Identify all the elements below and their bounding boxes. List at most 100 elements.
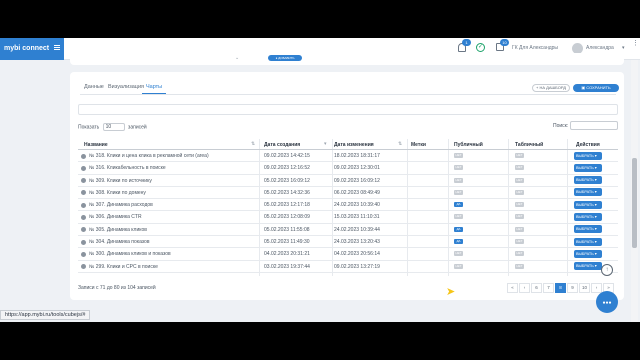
tabular-badge: НЕТ (515, 263, 524, 269)
chart-name[interactable]: № 299. Клики и CPC в поиске (89, 264, 158, 270)
col-tags[interactable]: Метки (411, 142, 426, 148)
chart-status-icon (81, 214, 86, 220)
table-row[interactable]: № 318. Клики и цена клика в рекламной се… (78, 150, 618, 163)
table-row[interactable]: № 304. Динамика показов 05.02.2023 11:49:… (78, 236, 618, 249)
created-date: 05.02.2023 11:49:30 (264, 239, 310, 246)
add-to-dashboard-button[interactable]: + НА ДАШБОРД (532, 84, 570, 92)
show-label: Показать (78, 124, 100, 131)
sort-icon[interactable]: ⇅ (251, 141, 255, 147)
chevron-down-icon[interactable]: ▾ (622, 45, 625, 51)
select-action-button[interactable]: ВЫБРАТЬ ▾ (574, 262, 602, 271)
table-info: Записи с 71 до 80 из 104 записей (78, 285, 156, 291)
user-name[interactable]: Александра (586, 45, 614, 51)
page-button[interactable]: 9 (567, 283, 578, 293)
page-button[interactable]: › (591, 283, 602, 293)
chart-name[interactable]: № 316. Кликабельность в поиске (89, 165, 166, 171)
updated-date: 09.02.2023 16:09:12 (334, 177, 380, 184)
bell-icon[interactable]: 1 (458, 39, 471, 52)
table-row[interactable]: № 305. Динамика кликов 05.02.2023 11:55:0… (78, 224, 618, 237)
save-button[interactable]: ▣ СОХРАНИТЬ (573, 84, 619, 92)
chat-button[interactable]: ●●● (596, 291, 618, 313)
updated-date: 06.02.2023 08:49:49 (334, 189, 380, 196)
updated-date: 09.02.2023 12:30:01 (334, 165, 380, 172)
table-row[interactable]: № 308. Клики по домену 05.02.2023 14:32:3… (78, 187, 618, 200)
public-badge: НЕТ (454, 189, 463, 195)
brand-logo[interactable]: mybi connect (0, 38, 64, 60)
created-date: 05.02.2023 11:55:08 (264, 226, 310, 233)
select-action-button[interactable]: ВЫБРАТЬ ▾ (574, 249, 602, 258)
table-row[interactable]: № 300. Динамика кликов и показов 04.02.20… (78, 248, 618, 261)
chart-status-icon (81, 178, 86, 184)
chart-name[interactable]: № 305. Динамика кликов (89, 227, 147, 233)
select-action-button[interactable]: ВЫБРАТЬ ▾ (574, 176, 602, 185)
chart-status-icon (81, 227, 86, 233)
page-length: Показать 10 записей (78, 123, 147, 131)
page-button[interactable]: « (507, 283, 518, 293)
tabular-badge: НЕТ (515, 214, 524, 220)
company-switcher[interactable]: ГК Для Александры (512, 45, 558, 51)
add-button[interactable]: ● ДОБАВИТЬ (268, 55, 302, 61)
chart-name[interactable]: № 304. Динамика показов (89, 239, 149, 245)
more-vertical-icon[interactable]: ⋮ (632, 40, 639, 54)
created-date: 05.02.2023 12:08:09 (264, 214, 310, 221)
col-name[interactable]: Название (84, 142, 108, 148)
public-badge: ДА (454, 239, 463, 245)
select-action-button[interactable]: ВЫБРАТЬ ▾ (574, 200, 602, 209)
status-url: https://app.mybi.ru/tools/cubejs/# (0, 310, 91, 320)
page-button[interactable]: 6 (531, 283, 542, 293)
select-action-button[interactable]: ВЫБРАТЬ ▾ (574, 225, 602, 234)
col-created[interactable]: Дата создания (264, 142, 300, 148)
table-row[interactable]: № 316. Кликабельность в поиске 09.02.2023… (78, 162, 618, 175)
created-date: 03.02.2023 19:37:44 (264, 263, 310, 270)
filter-input[interactable] (78, 104, 618, 115)
updated-date: 18.02.2023 18:31:17 (334, 153, 380, 159)
hamburger-icon[interactable] (54, 45, 60, 46)
messages-icon[interactable]: 10 (496, 39, 509, 51)
table-row[interactable]: № 306. Динамика CTR 05.02.2023 12:08:09 15… (78, 211, 618, 224)
created-date: 05.02.2023 14:32:36 (264, 189, 310, 196)
page-button[interactable]: 10 (579, 283, 590, 293)
chart-name[interactable]: № 309. Клики по источнику (89, 178, 152, 184)
sort-icon[interactable]: ⇅ (398, 141, 402, 147)
select-action-button[interactable]: ВЫБРАТЬ ▾ (574, 237, 602, 246)
select-action-button[interactable]: ВЫБРАТЬ ▾ (574, 163, 602, 172)
updated-date: 09.02.2023 13:27:19 (334, 263, 380, 270)
dropdown-caret-icon[interactable]: ⌄ (235, 55, 239, 61)
chart-name[interactable]: № 308. Клики по домену (89, 190, 146, 196)
page-button[interactable]: 8 (555, 283, 566, 293)
search-input[interactable] (570, 121, 618, 130)
page-button[interactable]: ‹ (519, 283, 530, 293)
tabular-badge: НЕТ (515, 177, 524, 183)
chart-name[interactable]: № 306. Динамика CTR (89, 214, 142, 220)
chart-name[interactable]: № 307. Динамика расходов (89, 202, 153, 208)
chart-status-icon (81, 165, 86, 171)
public-badge: ДА (454, 226, 463, 232)
select-action-button[interactable]: ВЫБРАТЬ ▾ (574, 212, 602, 221)
page-button[interactable]: 7 (543, 283, 554, 293)
select-action-button[interactable]: ВЫБРАТЬ ▾ (574, 151, 602, 160)
chart-name[interactable]: № 318. Клики и цена клика в рекламной се… (89, 153, 209, 159)
check-icon[interactable]: ✓ (476, 43, 485, 52)
col-public[interactable]: Публичный (454, 142, 483, 148)
table-row[interactable]: № 307. Динамика расходов 05.02.2023 12:17… (78, 199, 618, 212)
page-length-select[interactable]: 10 (102, 123, 125, 131)
sort-desc-icon[interactable]: ▾ (324, 141, 327, 147)
updated-date: 04.02.2023 20:56:14 (334, 251, 380, 258)
col-tabular[interactable]: Табличный (515, 142, 543, 148)
brand-label: mybi connect (4, 45, 50, 52)
tab-charts[interactable]: Чарты (142, 84, 167, 94)
chart-status-icon (81, 202, 86, 208)
scroll-top-button[interactable]: ↑ (601, 264, 613, 276)
updated-date: 24.02.2023 10:39:40 (334, 202, 380, 209)
table-row[interactable]: № 309. Клики по источнику 05.02.2023 16:0… (78, 175, 618, 187)
chart-name[interactable]: № 300. Динамика кликов и показов (89, 251, 171, 257)
tabular-badge: НЕТ (515, 202, 524, 208)
select-action-button[interactable]: ВЫБРАТЬ ▾ (574, 188, 602, 197)
scrollbar-thumb[interactable] (632, 158, 637, 248)
upper-card: ⌄ ● ДОБАВИТЬ (70, 53, 624, 65)
table-row[interactable]: № 299. Клики и CPC в поиске 03.02.2023 19… (78, 261, 618, 273)
public-badge: ДА (454, 202, 463, 208)
public-badge: НЕТ (454, 263, 463, 269)
col-updated[interactable]: Дата изменения (334, 142, 374, 148)
tabular-badge: НЕТ (515, 165, 524, 171)
